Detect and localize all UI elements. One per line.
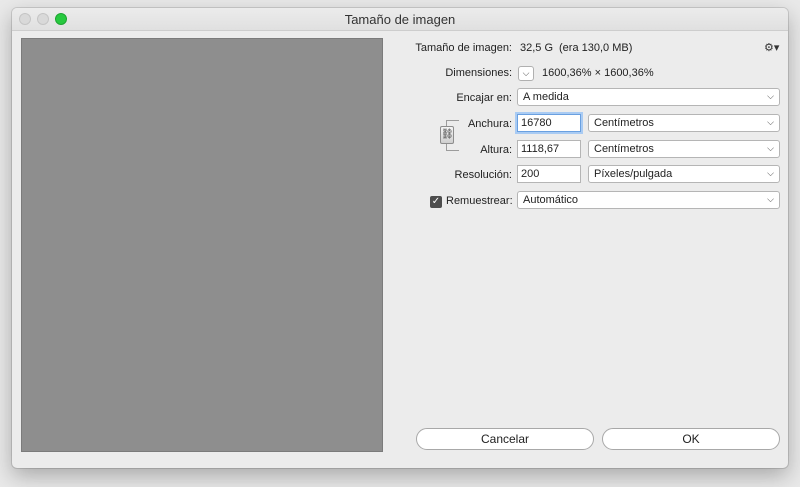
width-input[interactable]: 16780 (517, 114, 581, 132)
title-bar: Tamaño de imagen (12, 8, 788, 31)
chevron-down-icon: ⌵ (767, 168, 774, 178)
resolution-input[interactable]: 200 (517, 165, 581, 183)
fit-select[interactable]: A medida ⌵ (517, 88, 780, 106)
resample-select[interactable]: Automático ⌵ (517, 191, 780, 209)
checkmark-icon: ✓ (431, 196, 441, 207)
chevron-down-icon: ⌵ (767, 117, 774, 127)
chevron-down-icon: ⌵ (767, 91, 774, 101)
width-unit-value: Centímetros (594, 117, 654, 129)
image-size-dialog: Tamaño de imagen Tamaño de imagen: 32,5 … (12, 8, 788, 468)
width-unit-select[interactable]: Centímetros ⌵ (588, 114, 780, 132)
image-size-previous: (era 130,0 MB) (559, 42, 633, 54)
window-title: Tamaño de imagen (344, 12, 456, 27)
height-input[interactable]: 1118,67 (517, 140, 581, 158)
dimensions-label: Dimensiones: (445, 67, 512, 79)
image-preview[interactable] (21, 38, 383, 452)
gear-icon[interactable]: ⚙▾ (764, 41, 779, 54)
cancel-button[interactable]: Cancelar (416, 428, 594, 450)
width-label: Anchura: (467, 118, 512, 130)
resample-checkbox[interactable]: ✓ (430, 196, 442, 208)
chevron-down-icon: ⌵ (522, 68, 530, 78)
ok-button[interactable]: OK (602, 428, 780, 450)
image-size-value: 32,5 G (520, 42, 554, 54)
resolution-unit-select[interactable]: Píxeles/pulgada ⌵ (588, 165, 780, 183)
resolution-label: Resolución: (454, 169, 512, 181)
dimensions-value: 1600,36% × 1600,36% (542, 67, 654, 79)
height-label: Altura: (480, 144, 512, 156)
fit-select-value: A medida (523, 91, 569, 103)
resolution-unit-value: Píxeles/pulgada (594, 168, 673, 180)
resample-label: Remuestrear: (446, 195, 513, 207)
resample-select-value: Automático (523, 194, 579, 206)
dimensions-dropdown-button[interactable]: ⌵ (518, 66, 534, 81)
chevron-down-icon: ⌵ (767, 143, 774, 153)
chain-link-icon: ⛓ (441, 129, 454, 140)
height-unit-value: Centímetros (594, 143, 654, 155)
image-size-label: Tamaño de imagen: (415, 42, 512, 54)
height-unit-select[interactable]: Centímetros ⌵ (588, 140, 780, 158)
fit-label: Encajar en: (456, 92, 512, 104)
chevron-down-icon: ⌵ (767, 194, 774, 204)
